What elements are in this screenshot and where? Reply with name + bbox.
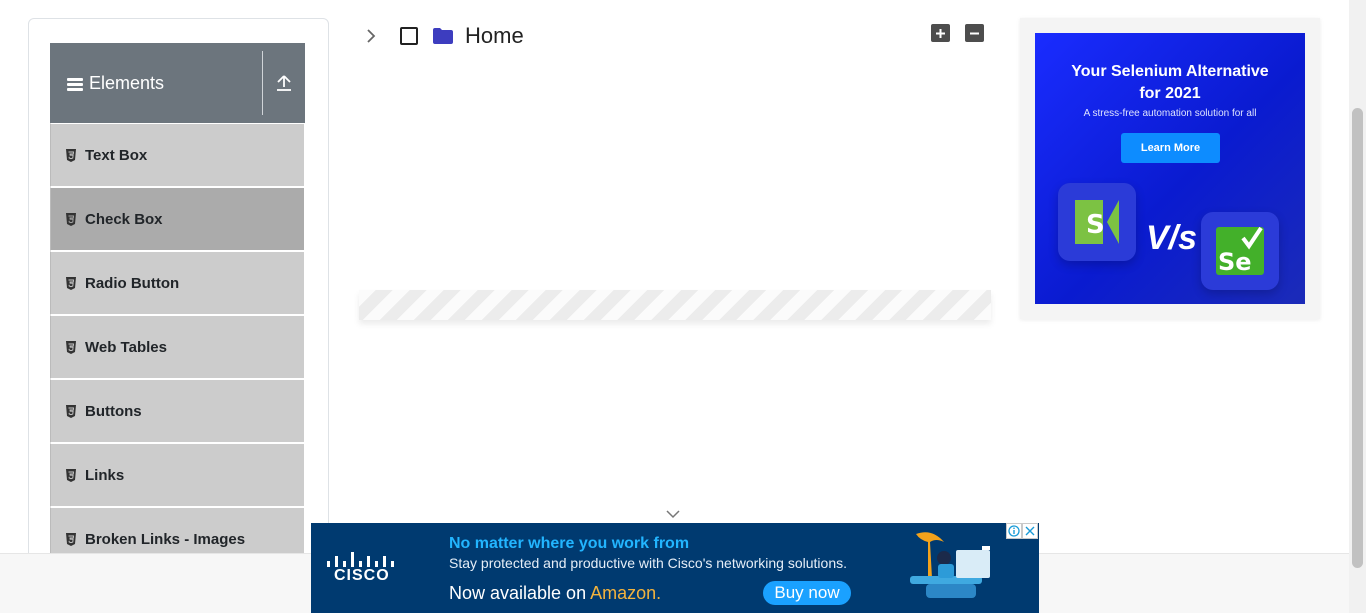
vertical-scrollbar[interactable] (1349, 0, 1366, 613)
menu-item-broken-links-images[interactable]: Broken Links - Images (50, 507, 305, 553)
versus-text: V/s (1146, 219, 1198, 257)
collapse-all-button[interactable] (965, 24, 984, 42)
chevron-right-icon (367, 29, 376, 43)
decorative-pattern-strip (359, 290, 991, 320)
bottom-ad-banner[interactable]: CISCO No matter where you work from Stay… (311, 523, 1039, 613)
katalon-logo-icon: S (1075, 200, 1119, 244)
left-product-tile: S (1058, 183, 1136, 261)
expand-node-toggle[interactable] (366, 28, 378, 44)
html5-icon (66, 212, 76, 226)
html5-icon (66, 532, 76, 546)
menu-item-label: Buttons (85, 402, 142, 420)
html5-icon (66, 148, 76, 162)
elements-menu-list: Text Box Check Box Radio Button Web Tabl… (50, 123, 305, 553)
folder-icon (433, 28, 453, 44)
menu-item-buttons[interactable]: Buttons (50, 379, 305, 443)
side-ad-banner[interactable]: Your Selenium Alternative for 2021 A str… (1035, 33, 1305, 304)
side-ad-title: Your Selenium Alternative for 2021 (1035, 61, 1305, 105)
menu-item-text-box[interactable]: Text Box (50, 123, 305, 187)
plus-square-icon (936, 28, 945, 38)
scrollbar-thumb[interactable] (1352, 108, 1363, 568)
adchoices-info-icon[interactable] (1006, 523, 1022, 539)
availability-prefix: Now available on (449, 583, 591, 603)
menu-item-label: Radio Button (85, 274, 180, 292)
menu-item-web-tables[interactable]: Web Tables (50, 315, 305, 379)
cisco-wordmark: CISCO (334, 567, 390, 584)
menu-item-radio-button[interactable]: Radio Button (50, 251, 305, 315)
availability-store: Amazon. (590, 583, 662, 603)
menu-item-label: Web Tables (85, 338, 167, 356)
menu-item-label: Check Box (85, 210, 163, 228)
upload-arrow-icon (277, 75, 291, 91)
left-tile-letter: S (1086, 210, 1105, 240)
html5-icon (66, 276, 76, 290)
bottom-ad-availability: Now available on Amazon. (449, 583, 661, 604)
minus-square-icon (970, 32, 979, 34)
side-ad-subtitle: A stress-free automation solution for al… (1083, 108, 1257, 119)
buy-now-button[interactable]: Buy now (763, 581, 851, 605)
side-ad-title-line1: Your Selenium Alternative (1071, 63, 1269, 80)
ad-choices-badges[interactable] (1006, 523, 1038, 539)
selenium-logo-icon: Se (1216, 226, 1264, 276)
expand-all-button[interactable] (931, 24, 950, 42)
menu-item-label: Links (85, 466, 125, 484)
tree-node-label[interactable]: Home (465, 23, 524, 49)
bottom-ad-headline: No matter where you work from (449, 535, 690, 552)
side-ad-title-line2: for 2021 (1139, 85, 1201, 102)
bottom-ad-body: Stay protected and productive with Cisco… (449, 555, 847, 571)
menu-item-links[interactable]: Links (50, 443, 305, 507)
home-checkbox[interactable] (400, 27, 418, 45)
html5-icon (66, 340, 76, 354)
tree-node-home: Home (366, 22, 524, 50)
menu-item-label: Broken Links - Images (85, 530, 246, 548)
right-product-tile: Se (1201, 212, 1279, 290)
close-ad-icon[interactable] (1022, 523, 1038, 539)
hamburger-icon (67, 78, 83, 91)
group-title[interactable]: Elements (50, 43, 262, 123)
person-with-laptop-illustration (910, 532, 990, 598)
group-title-label: Elements (89, 72, 165, 93)
html5-icon (66, 404, 76, 418)
learn-more-button[interactable]: Learn More (1121, 133, 1220, 163)
menu-item-check-box[interactable]: Check Box (50, 187, 305, 251)
html5-icon (66, 468, 76, 482)
right-tile-text: Se (1218, 248, 1252, 276)
elements-group-header[interactable]: Elements (50, 43, 305, 123)
menu-item-label: Text Box (85, 146, 148, 164)
collapse-group-button[interactable] (263, 43, 305, 123)
chevron-down-icon[interactable] (666, 509, 680, 519)
